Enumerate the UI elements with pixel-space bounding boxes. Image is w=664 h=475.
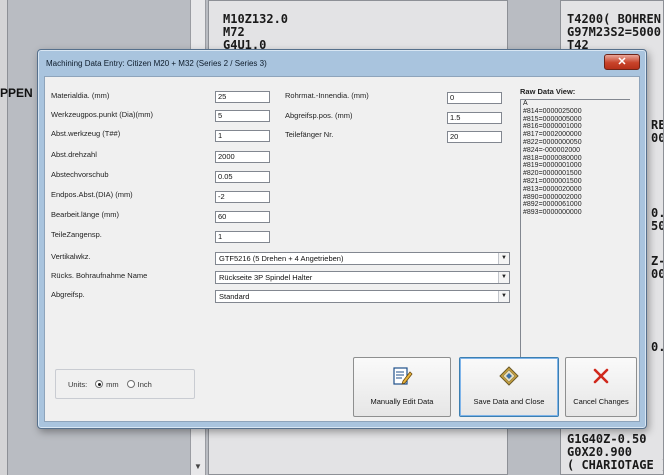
abst-werkzeug-input[interactable]: 1 xyxy=(215,130,270,142)
code-fragment: 00 xyxy=(651,131,663,145)
raw-data-line: #813=0000020000 xyxy=(523,185,582,193)
abst-drehzahl-input[interactable]: 2000 xyxy=(215,151,270,163)
raw-data-line: #821=0000001500 xyxy=(523,177,582,185)
save-data-and-close-label: Save Data and Close xyxy=(473,397,545,406)
units-radio-inch[interactable]: Inch xyxy=(126,379,152,389)
background-left-strip xyxy=(0,0,8,475)
close-button[interactable]: ✕ xyxy=(604,54,640,70)
label-materialdia: Materialdia. (mm) xyxy=(51,91,110,100)
rohrmat-innendia-input[interactable]: 0 xyxy=(447,92,502,104)
endpos-abst-input[interactable]: -2 xyxy=(215,191,270,203)
label-teilefaenger-nr: Teilefänger Nr. xyxy=(285,130,334,139)
radio-unselected-icon[interactable] xyxy=(126,380,135,388)
chevron-down-icon[interactable]: ▼ xyxy=(498,272,509,283)
raw-data-line: #890=0000002000 xyxy=(523,193,582,201)
vertikalwkz-value: GTF5216 (5 Drehen + 4 Angetrieben) xyxy=(219,254,344,263)
code-line: ( CHARIOTAGE ) xyxy=(567,458,664,472)
save-diamond-icon xyxy=(498,366,520,388)
bohraufnahme-value: Rückseite 3P Spindel Halter xyxy=(219,273,313,282)
label-bohraufnahme-name: Rücks. Bohraufnahme Name xyxy=(51,271,148,280)
close-icon: ✕ xyxy=(617,56,627,68)
raw-data-line: #818=0000080000 xyxy=(523,154,582,162)
bearbeit-laenge-input[interactable]: 60 xyxy=(215,211,270,223)
code-fragment: 0.0 xyxy=(651,340,663,354)
dialog-title: Machining Data Entry: Citizen M20 + M32 … xyxy=(46,58,267,68)
save-data-and-close-button[interactable]: Save Data and Close xyxy=(459,357,559,417)
vertikalwkz-select[interactable]: GTF5216 (5 Drehen + 4 Angetrieben) ▼ xyxy=(215,252,510,265)
units-group: Units: mm Inch xyxy=(55,369,195,399)
scroll-down-icon[interactable]: ▼ xyxy=(194,462,202,471)
raw-data-line: #819=0000001000 xyxy=(523,162,582,170)
raw-data-line: A xyxy=(523,100,528,107)
manually-edit-data-label: Manually Edit Data xyxy=(370,397,434,406)
units-label: Units: xyxy=(68,379,88,389)
bohraufnahme-select[interactable]: Rückseite 3P Spindel Halter ▼ xyxy=(215,271,510,284)
cancel-changes-label: Cancel Changes xyxy=(573,397,629,406)
dialog-titlebar[interactable]: Machining Data Entry: Citizen M20 + M32 … xyxy=(38,50,646,76)
raw-data-line: #816=0000001000 xyxy=(523,123,582,131)
units-radio-mm[interactable]: mm xyxy=(95,380,119,389)
background-left-label: PPEN xyxy=(0,86,33,100)
machining-data-dialog: Machining Data Entry: Citizen M20 + M32 … xyxy=(37,49,647,429)
raw-data-line: #892=0000061000 xyxy=(523,201,582,209)
raw-data-line: #815=0000005000 xyxy=(523,115,582,123)
chevron-down-icon[interactable]: ▼ xyxy=(498,253,509,264)
label-endpos-abst: Endpos.Abst.(DIA) (mm) xyxy=(51,190,133,199)
cancel-x-icon xyxy=(591,366,611,388)
label-abgreifsp: Abgreifsp. xyxy=(51,290,85,299)
code-fragment: 000 xyxy=(651,267,663,281)
werkzeugpos-input[interactable]: 5 xyxy=(215,110,270,122)
radio-selected-icon[interactable] xyxy=(95,380,104,388)
label-vertikalwkz: Vertikalwkz. xyxy=(51,252,91,261)
raw-data-title: Raw Data View: xyxy=(520,87,576,96)
code-fragment: 50 xyxy=(651,219,663,233)
label-rohrmat-innendia: Rohrmat.-Innendia. (mm) xyxy=(285,91,369,100)
materialdia-input[interactable]: 25 xyxy=(215,91,270,103)
dialog-client-area: Materialdia. (mm) 25 Werkzeugpos.punkt (… xyxy=(44,76,640,422)
raw-data-line: #814=0000025000 xyxy=(523,107,582,115)
label-abstechvorschub: Abstechvorschub xyxy=(51,170,109,179)
label-bearbeit-laenge: Bearbeit.länge (mm) xyxy=(51,210,119,219)
label-abgreifsp-pos: Abgreifsp.pos. (mm) xyxy=(285,111,353,120)
chevron-down-icon[interactable]: ▼ xyxy=(498,291,509,302)
units-inch-label: Inch xyxy=(137,379,152,389)
manually-edit-data-button[interactable]: Manually Edit Data xyxy=(353,357,451,417)
label-abst-drehzahl: Abst.drehzahl xyxy=(51,150,97,159)
label-abst-werkzeug: Abst.werkzeug (T##) xyxy=(51,129,121,138)
raw-data-line: #820=0000001500 xyxy=(523,170,582,178)
units-mm-label: mm xyxy=(106,379,119,389)
edit-document-icon xyxy=(391,366,413,388)
label-teile-zangensp: TeileZangensp. xyxy=(51,230,102,239)
raw-data-line: #822=0000000050 xyxy=(523,138,582,146)
raw-data-line: #817=0002000000 xyxy=(523,131,582,139)
abgreifsp-value: Standard xyxy=(219,292,250,301)
raw-data-line: #893=0000000000 xyxy=(523,209,582,217)
abgreifsp-pos-input[interactable]: 1.5 xyxy=(447,112,502,124)
raw-data-line: #824=-000002000 xyxy=(523,146,581,154)
raw-data-view[interactable]: A #814=0000025000 #815=0000005000 #816=0000… xyxy=(520,99,630,357)
label-werkzeugpos: Werkzeugpos.punkt (Dia)(mm) xyxy=(51,110,153,119)
abgreifsp-select[interactable]: Standard ▼ xyxy=(215,290,510,303)
abstechvorschub-input[interactable]: 0.05 xyxy=(215,171,270,183)
cancel-changes-button[interactable]: Cancel Changes xyxy=(565,357,637,417)
teilefaenger-nr-input[interactable]: 20 xyxy=(447,131,502,143)
teile-zangensp-input[interactable]: 1 xyxy=(215,231,270,243)
